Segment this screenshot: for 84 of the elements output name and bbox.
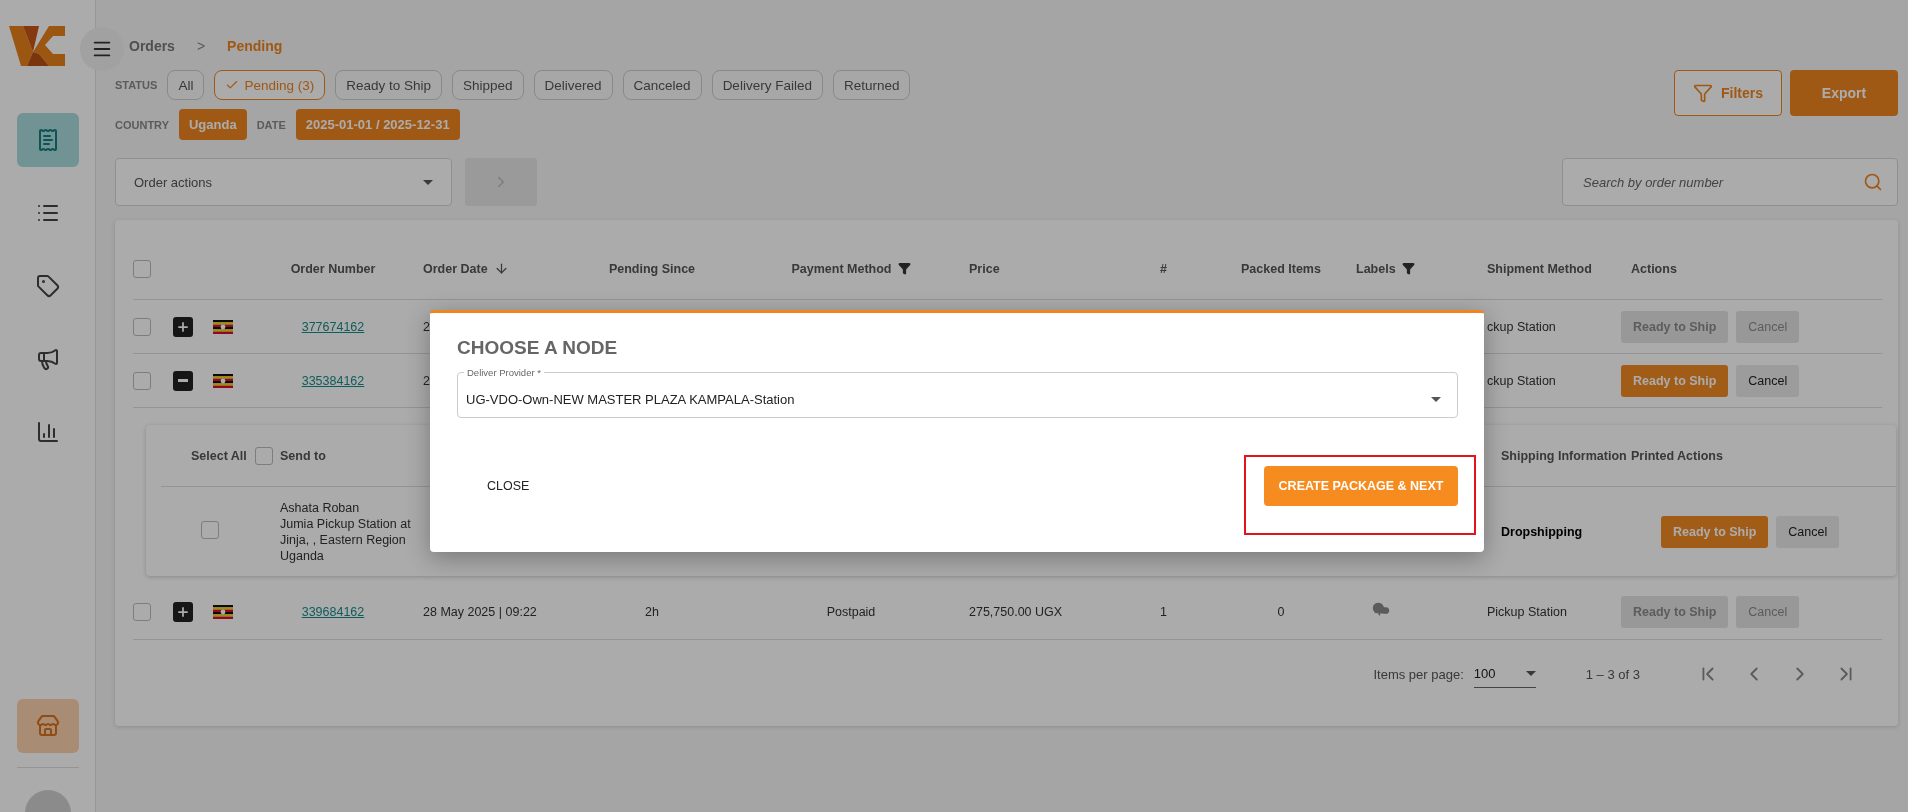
page-range: 1 – 3 of 3 <box>1585 666 1640 682</box>
search-field[interactable]: Search by order number <box>1562 158 1898 206</box>
order-number-link[interactable]: 335384162 <box>258 373 408 388</box>
plus-icon <box>176 319 190 334</box>
expand-button[interactable] <box>173 601 193 622</box>
order-date: 2 <box>422 373 431 388</box>
shipment-method: Pickup Station <box>1486 604 1568 619</box>
column-header[interactable]: Labels <box>1356 261 1481 276</box>
minus-icon <box>178 379 188 382</box>
search-icon <box>1863 172 1883 192</box>
flag-icon <box>213 373 233 388</box>
order-date: 2 <box>422 319 431 334</box>
items-per-page-label: Items per page: <box>1373 666 1464 682</box>
price: 275,750.00 UGX <box>969 604 1064 619</box>
column-header: Printed Actions <box>1631 448 1724 463</box>
column-header: # <box>1159 261 1168 276</box>
status-chip[interactable]: Returned <box>832 70 911 100</box>
check-icon <box>225 78 240 92</box>
select-all-label: Select All <box>191 448 247 463</box>
column-header: Price <box>969 261 1001 276</box>
address-line: Jumia Pickup Station at <box>280 516 411 531</box>
tag-icon <box>35 274 60 298</box>
nav-item[interactable] <box>16 113 79 167</box>
order-number-link[interactable]: 339684162 <box>258 604 408 619</box>
megaphone-icon <box>35 347 60 371</box>
create-package-button[interactable]: CREATE PACKAGE & NEXT <box>1264 466 1458 506</box>
address-line: Jinja, , Eastern Region <box>280 532 406 547</box>
store-icon <box>35 714 60 738</box>
chart-icon <box>35 420 60 444</box>
shipment-method: ckup Station <box>1486 373 1557 388</box>
nav-item[interactable] <box>16 699 79 753</box>
address-line: Uganda <box>280 548 324 563</box>
filter-icon <box>1693 83 1713 103</box>
column-header: Send to <box>280 448 327 463</box>
order-number-link[interactable]: 377674162 <box>258 319 408 334</box>
order-actions-select[interactable]: Order actions <box>115 158 452 206</box>
shipment-method: ckup Station <box>1486 319 1557 334</box>
breadcrumb-link[interactable]: Orders <box>129 38 175 54</box>
caret-icon <box>1431 396 1441 402</box>
checkbox[interactable] <box>201 521 219 539</box>
checkbox[interactable] <box>254 446 273 465</box>
order-date: 28 May 2025 | 09:22 <box>422 604 538 619</box>
status-label: STATUS <box>115 79 158 91</box>
column-header: Shipment Method <box>1486 261 1593 276</box>
column-header: Shipping Information <box>1501 448 1628 463</box>
shipping-type: Dropshipping <box>1501 524 1584 539</box>
status-chip[interactable]: Delivery Failed <box>711 70 823 100</box>
cancel-button[interactable]: Cancel <box>1736 364 1800 397</box>
checkbox[interactable] <box>133 602 151 621</box>
page-size-select[interactable]: 100 <box>1473 660 1536 688</box>
flag-icon <box>213 319 233 334</box>
column-header[interactable]: Payment Method <box>733 261 969 276</box>
caret-icon <box>1525 671 1536 676</box>
country-label: COUNTRY <box>115 118 169 131</box>
column-header: Order Number <box>289 261 377 276</box>
checkbox[interactable] <box>133 317 151 336</box>
checkbox[interactable] <box>133 259 151 278</box>
packed-items: 0 <box>1276 604 1286 619</box>
status-chip[interactable]: Shipped <box>452 70 524 100</box>
dialog-title: CHOOSE A NODE <box>457 337 619 359</box>
flag-icon <box>213 604 233 619</box>
column-header: Actions <box>1630 261 1678 276</box>
status-chip[interactable]: Ready to Ship <box>335 70 442 100</box>
collapse-button[interactable] <box>173 370 193 391</box>
column-header: Packed Items <box>1240 261 1322 276</box>
expand-button[interactable] <box>173 316 193 337</box>
status-chip[interactable]: Delivered <box>533 70 613 100</box>
pending-since: 2h <box>644 604 660 619</box>
column-header: Pending Since <box>607 261 697 276</box>
date-label: DATE <box>256 118 286 131</box>
plus-icon <box>176 604 190 619</box>
menu-button[interactable] <box>80 27 124 71</box>
checkbox[interactable] <box>133 371 151 390</box>
close-button[interactable]: CLOSE <box>457 471 560 501</box>
search-input[interactable]: Search by order number <box>1581 173 1863 191</box>
item-count: 1 <box>1159 604 1168 619</box>
cancel-button[interactable]: Cancel <box>1776 515 1840 548</box>
payment-method: Postpaid <box>825 604 877 619</box>
caret-icon <box>423 179 433 185</box>
address-line: Ashata Roban <box>280 500 360 515</box>
status-chip[interactable]: Canceled <box>622 70 702 100</box>
column-header[interactable]: Order Date <box>408 261 571 276</box>
status-chip[interactable]: All <box>167 70 205 100</box>
breadcrumb-separator: > <box>196 38 206 54</box>
